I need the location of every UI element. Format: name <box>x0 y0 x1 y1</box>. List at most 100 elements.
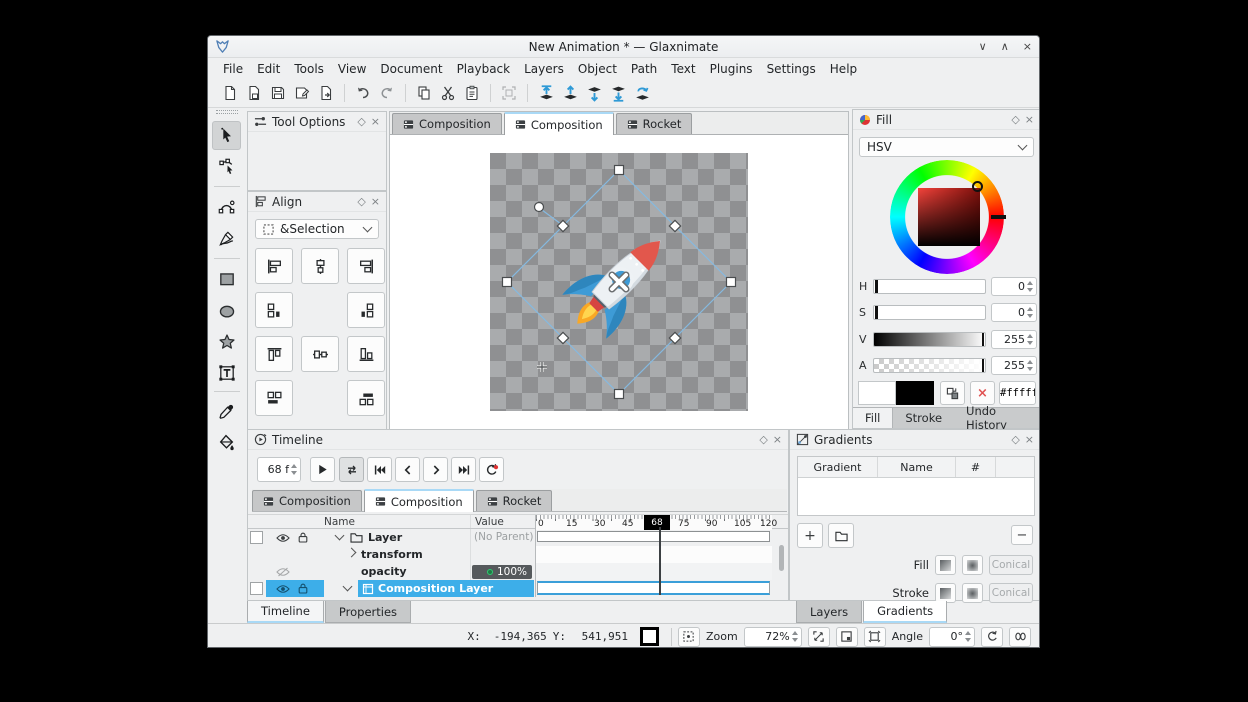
align-hcenter-button[interactable] <box>301 248 339 284</box>
zoom-fit-button[interactable] <box>808 627 830 647</box>
draw-bezier-tool-button[interactable] <box>212 193 241 222</box>
layer-parent-value[interactable]: (No Parent) <box>474 531 533 543</box>
lock-icon[interactable] <box>298 583 308 594</box>
flip-view-button[interactable] <box>1009 627 1031 647</box>
visibility-off-icon[interactable] <box>276 567 290 577</box>
last-frame-button[interactable] <box>451 457 476 482</box>
transform-row[interactable]: transform <box>248 546 788 563</box>
canvas-viewport[interactable] <box>390 135 848 429</box>
close-panel-icon[interactable]: × <box>1025 114 1034 125</box>
layer-row[interactable]: Layer (No Parent) <box>248 529 788 546</box>
tab-stroke[interactable]: Stroke <box>893 408 954 428</box>
menu-settings[interactable]: Settings <box>760 61 823 77</box>
play-button[interactable] <box>310 457 335 482</box>
composition-layer-track[interactable] <box>535 580 772 597</box>
collapse-icon[interactable] <box>343 582 353 592</box>
align-outside-right-button[interactable] <box>347 292 385 328</box>
transform-track[interactable] <box>535 546 772 563</box>
value-slider[interactable] <box>873 332 986 347</box>
menu-file[interactable]: File <box>216 61 250 77</box>
value-spinbox[interactable]: 255 <box>991 330 1037 349</box>
reset-rotation-button[interactable] <box>981 627 1003 647</box>
resize-handle[interactable] <box>503 278 512 287</box>
move-to-top-button[interactable] <box>534 81 558 105</box>
anchor-handle[interactable] <box>537 362 547 372</box>
menu-plugins[interactable]: Plugins <box>703 61 760 77</box>
tab-fill[interactable]: Fill <box>853 408 893 428</box>
open-document-button[interactable] <box>242 81 266 105</box>
menu-object[interactable]: Object <box>571 61 624 77</box>
gradient-column-header[interactable]: Gradient <box>798 457 878 477</box>
save-as-button[interactable] <box>290 81 314 105</box>
opacity-track[interactable] <box>535 563 772 580</box>
tab-undo-history[interactable]: Undo History <box>954 408 1040 428</box>
move-to-bottom-button[interactable] <box>606 81 630 105</box>
fit-frame-button[interactable] <box>864 627 886 647</box>
align-relative-to-select[interactable]: &Selection <box>255 219 379 239</box>
menu-path[interactable]: Path <box>624 61 664 77</box>
align-vcenter-button[interactable] <box>301 336 339 372</box>
opacity-value-badge[interactable]: 100% <box>472 565 532 579</box>
fill-linear-gradient-button[interactable] <box>935 555 956 575</box>
tab-layers[interactable]: Layers <box>796 601 862 623</box>
menu-playback[interactable]: Playback <box>450 61 518 77</box>
float-panel-icon[interactable]: ◇ <box>759 434 767 445</box>
close-panel-icon[interactable]: × <box>773 434 782 445</box>
text-tool-button[interactable] <box>212 358 241 387</box>
sv-marker[interactable] <box>972 181 983 192</box>
toolbar-grip[interactable] <box>216 110 238 114</box>
ellipse-tool-button[interactable] <box>212 296 241 325</box>
timeline-tab-composition-2[interactable]: Composition <box>364 489 474 512</box>
tab-timeline[interactable]: Timeline <box>247 601 324 623</box>
record-keyframe-button[interactable] <box>479 457 504 482</box>
float-panel-icon[interactable]: ◇ <box>357 116 365 127</box>
cut-button[interactable] <box>436 81 460 105</box>
tab-composition-2[interactable]: Composition <box>504 112 614 135</box>
export-button[interactable] <box>314 81 338 105</box>
visibility-icon[interactable] <box>276 533 290 543</box>
frame-spinbox[interactable]: 68 f <box>257 457 301 482</box>
color-picker-tool-button[interactable] <box>212 397 241 426</box>
remove-gradient-button[interactable]: − <box>1011 525 1033 545</box>
first-frame-button[interactable] <box>367 457 392 482</box>
current-color-swatch[interactable] <box>640 627 659 646</box>
copy-button[interactable] <box>412 81 436 105</box>
new-document-button[interactable] <box>218 81 242 105</box>
angle-spinbox[interactable]: 0° <box>929 627 975 647</box>
select-tool-button[interactable] <box>212 121 241 150</box>
edit-nodes-tool-button[interactable] <box>212 152 241 181</box>
align-outside-left-button[interactable] <box>255 292 293 328</box>
align-outside-top-button[interactable] <box>255 380 293 416</box>
composition-layer-row[interactable]: Composition Layer <box>248 580 788 597</box>
swap-colors-button[interactable] <box>940 381 965 405</box>
next-frame-button[interactable] <box>423 457 448 482</box>
current-frame-indicator[interactable]: 68 <box>644 515 670 530</box>
hex-color-input[interactable] <box>999 381 1036 405</box>
layer-track[interactable] <box>535 529 772 546</box>
minimize-icon[interactable]: ∨ <box>979 37 987 57</box>
timeline-tab-rocket[interactable]: Rocket <box>476 490 553 511</box>
menu-tools[interactable]: Tools <box>287 61 331 77</box>
align-right-button[interactable] <box>347 248 385 284</box>
lock-icon[interactable] <box>298 532 308 543</box>
undo-button[interactable] <box>351 81 375 105</box>
tab-gradients[interactable]: Gradients <box>863 601 947 623</box>
gradients-table[interactable]: Gradient Name # <box>797 456 1035 516</box>
row-selector[interactable] <box>250 531 263 544</box>
alpha-spinbox[interactable]: 255 <box>991 356 1037 375</box>
hue-spinbox[interactable]: 0 <box>991 277 1037 296</box>
align-left-button[interactable] <box>255 248 293 284</box>
timeline-tab-composition-1[interactable]: Composition <box>252 490 362 511</box>
close-panel-icon[interactable]: × <box>371 116 380 127</box>
timeline-scrollbar[interactable] <box>779 545 784 571</box>
loop-button[interactable] <box>339 457 364 482</box>
name-column-header[interactable]: Name <box>878 457 956 477</box>
playhead[interactable] <box>659 527 661 595</box>
resize-handle[interactable] <box>727 278 736 287</box>
preset-gradient-button[interactable] <box>828 523 854 548</box>
menu-document[interactable]: Document <box>373 61 449 77</box>
view-transform-button[interactable] <box>678 627 700 647</box>
align-outside-bottom-button[interactable] <box>347 380 385 416</box>
close-icon[interactable]: × <box>1023 37 1032 57</box>
expand-icon[interactable] <box>347 548 357 558</box>
